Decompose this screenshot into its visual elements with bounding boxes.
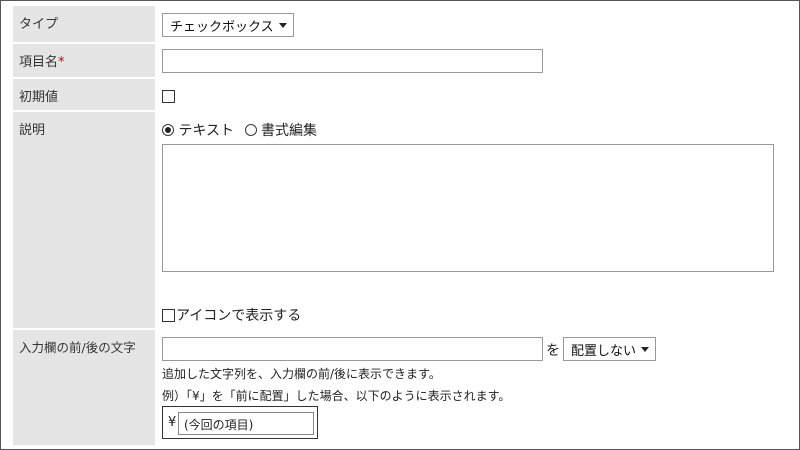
example-prefix-text: ¥ xyxy=(168,415,177,430)
affix-input[interactable] xyxy=(162,337,543,361)
show-icon-checkbox[interactable] xyxy=(162,308,175,322)
description-label: 説明 xyxy=(13,112,155,328)
item-name-label-text: 項目名 xyxy=(19,55,59,70)
item-name-input[interactable] xyxy=(162,49,543,73)
affix-position-value: 配置しない xyxy=(571,343,637,359)
radio-rich-mode[interactable] xyxy=(244,124,257,136)
affix-position-select[interactable]: 配置しない xyxy=(563,337,656,361)
chevron-down-icon xyxy=(641,346,650,352)
affix-label: 入力欄の前/後の文字 xyxy=(13,330,155,445)
type-select[interactable]: チェックボックス xyxy=(162,13,294,37)
affix-help-text: 追加した文字列を、入力欄の前/後に表示できます。 xyxy=(162,367,441,381)
description-mode-group: テキスト 書式編集 xyxy=(162,120,317,140)
affix-connector-text: を xyxy=(546,343,560,359)
example-input-preview: (今回の項目) xyxy=(178,412,314,435)
type-label-text: タイプ xyxy=(19,17,59,32)
show-icon-label[interactable]: アイコンで表示する xyxy=(176,305,301,325)
initial-value-label: 初期値 xyxy=(13,79,155,110)
radio-rich-mode-label[interactable]: 書式編集 xyxy=(261,123,317,139)
type-label: タイプ xyxy=(13,6,155,42)
description-textarea[interactable] xyxy=(162,144,774,272)
custom-item-form: タイプ チェックボックス 項目名* 初期値 説明 テキスト 書式編集 アイコンで… xyxy=(0,0,800,450)
radio-text-mode-label[interactable]: テキスト xyxy=(178,123,234,139)
initial-value-checkbox[interactable] xyxy=(162,90,175,103)
item-name-label: 項目名* xyxy=(13,44,155,77)
affix-example-text: 例）「¥」を「前に配置」した場合、以下のように表示されます。 xyxy=(162,389,511,403)
chevron-down-icon xyxy=(279,22,287,28)
type-select-value: チェックボックス xyxy=(170,19,274,35)
radio-text-mode[interactable] xyxy=(162,124,174,136)
show-icon-option[interactable]: アイコンで表示する xyxy=(162,305,301,325)
required-mark: * xyxy=(58,55,65,70)
initial-value-label-text: 初期値 xyxy=(19,90,59,105)
description-label-text: 説明 xyxy=(19,123,46,138)
affix-label-text: 入力欄の前/後の文字 xyxy=(19,340,136,355)
affix-example-preview: ¥ (今回の項目) xyxy=(162,406,318,439)
example-placeholder-text: (今回の項目) xyxy=(184,418,254,432)
